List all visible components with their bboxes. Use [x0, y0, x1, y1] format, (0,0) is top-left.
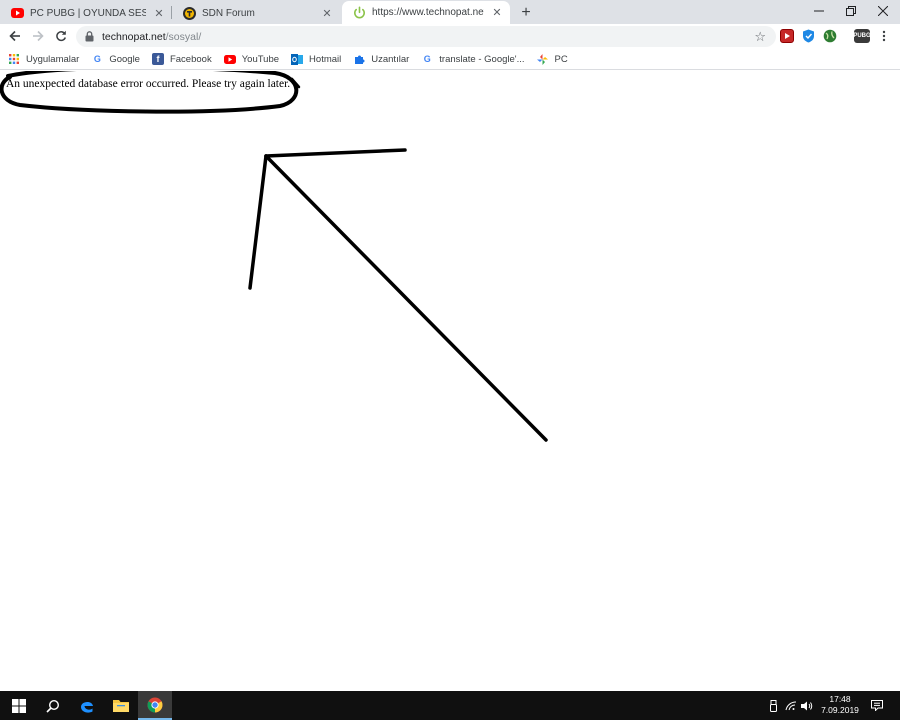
forward-button[interactable]	[28, 26, 48, 46]
chrome-menu-icon[interactable]	[874, 26, 894, 46]
bookmark-facebook[interactable]: f Facebook	[151, 53, 212, 65]
close-tab-icon[interactable]: ✕	[152, 6, 166, 20]
clock-date: 7.09.2019	[821, 705, 859, 715]
reload-button[interactable]	[51, 26, 71, 46]
annotation-circle-tail	[290, 77, 301, 89]
puzzle-icon	[353, 53, 365, 65]
reload-icon	[56, 30, 67, 42]
taskbar-clock[interactable]: 17:48 7.09.2019	[816, 694, 864, 716]
pinwheel-icon	[537, 53, 549, 65]
windows-taskbar: 17:48 7.09.2019	[0, 691, 900, 720]
bookmark-label: Facebook	[169, 53, 212, 65]
bookmark-label: PC	[554, 53, 568, 65]
google-icon: G	[423, 54, 431, 64]
pubg-extension-icon[interactable]: PUBG	[853, 29, 871, 43]
close-window-icon[interactable]	[866, 0, 900, 22]
notifications-icon[interactable]	[868, 691, 886, 720]
url-path: /sosyal/	[165, 30, 202, 43]
edge-browser-icon[interactable]	[70, 691, 104, 720]
globe-extension-icon[interactable]	[823, 29, 837, 43]
chrome-taskbar-icon[interactable]	[138, 691, 172, 720]
bookmarks-bar: Uygulamalar G Google f Facebook YouTube …	[0, 49, 900, 70]
bookmark-youtube[interactable]: YouTube	[223, 53, 280, 65]
annotation-arrow-head-left	[248, 154, 268, 290]
browser-toolbar: technopat.net/sosyal/ ☆ PUBG	[0, 24, 900, 49]
tab-pubg-video[interactable]: PC PUBG | OYUNDA SESİ AÇIK UR ✕	[0, 2, 172, 24]
back-arrow-icon	[9, 30, 20, 42]
forward-arrow-icon	[33, 30, 44, 42]
address-bar[interactable]: technopat.net/sosyal/ ☆	[76, 26, 776, 47]
tab-technopat-active[interactable]: https://www.technopat.net/sosyal ✕	[342, 1, 510, 24]
youtube-icon	[10, 6, 24, 20]
bookmark-extensions[interactable]: Uzantılar	[353, 53, 409, 65]
restore-window-icon[interactable]	[834, 0, 868, 22]
search-icon[interactable]	[36, 691, 70, 720]
file-explorer-icon[interactable]	[104, 691, 138, 720]
apps-grid-icon	[8, 53, 20, 65]
tab-title: SDN Forum	[202, 7, 255, 19]
volume-icon[interactable]	[800, 691, 814, 720]
tab-strip: PC PUBG | OYUNDA SESİ AÇIK UR ✕ SDN Foru…	[0, 0, 900, 24]
page-content: An unexpected database error occurred. P…	[0, 71, 900, 691]
tab-title: PC PUBG | OYUNDA SESİ AÇIK UR	[30, 7, 146, 19]
back-button[interactable]	[5, 26, 25, 46]
bookmark-pc[interactable]: PC	[537, 53, 568, 65]
bookmark-label: Google	[109, 53, 140, 65]
usb-device-icon[interactable]	[766, 691, 780, 720]
tab-sdn-forum[interactable]: SDN Forum ✕	[172, 2, 340, 24]
bookmark-label: Uzantılar	[371, 53, 410, 65]
facebook-icon: f	[151, 53, 164, 65]
red-extension-icon[interactable]	[780, 29, 794, 43]
bookmark-hotmail[interactable]: Hotmail	[291, 53, 341, 65]
shield-extension-icon[interactable]	[801, 29, 815, 43]
hand-drawn-annotation	[0, 71, 548, 442]
close-tab-icon[interactable]: ✕	[320, 6, 334, 20]
new-tab-button[interactable]: +	[516, 3, 536, 23]
tab-title: https://www.technopat.net/sosyal	[372, 7, 484, 18]
bookmark-label: YouTube	[241, 53, 280, 65]
google-icon: G	[93, 54, 101, 64]
bookmark-star-icon[interactable]: ☆	[754, 29, 766, 45]
bookmark-translate[interactable]: G translate - Google'...	[421, 53, 525, 65]
sdn-forum-icon	[182, 6, 196, 20]
lock-icon	[84, 31, 94, 43]
bookmark-label: translate - Google'...	[439, 53, 525, 65]
clock-time: 17:48	[829, 694, 851, 704]
youtube-icon	[223, 53, 236, 65]
bookmark-label: Hotmail	[309, 53, 342, 65]
bookmark-label: Uygulamalar	[26, 53, 80, 65]
annotation-arrow-shaft	[264, 154, 548, 442]
windows-start-icon[interactable]	[2, 691, 36, 720]
minimize-window-icon[interactable]	[802, 0, 836, 22]
bookmark-google[interactable]: G Google	[91, 53, 140, 65]
outlook-icon	[291, 53, 304, 65]
wifi-icon[interactable]	[784, 691, 798, 720]
url-host: technopat.net	[102, 30, 166, 43]
loading-power-icon	[352, 6, 366, 20]
database-error-message: An unexpected database error occurred. P…	[6, 78, 291, 90]
annotation-arrow-head-top	[264, 148, 407, 158]
bookmark-apps[interactable]: Uygulamalar	[8, 53, 79, 65]
close-tab-icon[interactable]: ✕	[490, 6, 504, 20]
